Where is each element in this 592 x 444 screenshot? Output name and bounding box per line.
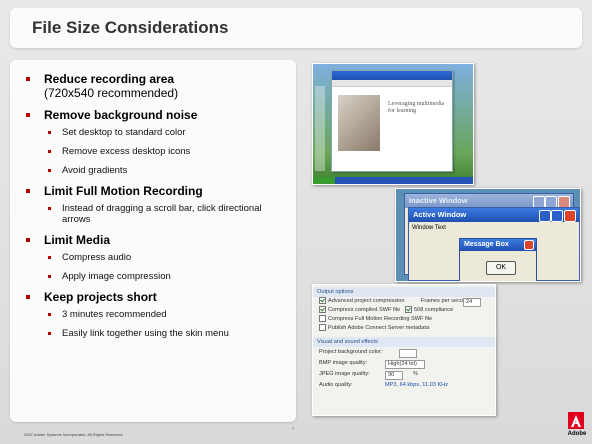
output-options-header: Output options — [313, 287, 495, 297]
close-icon — [524, 240, 534, 250]
sub-bullet: Compress audio — [44, 252, 290, 263]
option-row: Compress Full Motion Recording SWF file — [313, 315, 495, 324]
minimize-icon — [539, 210, 551, 222]
desktop-screenshot: Leveraging multimedia for learning — [312, 63, 474, 185]
sub-bullet: 3 minutes recommended — [44, 309, 290, 320]
inactive-window-title: Inactive Window — [409, 196, 468, 205]
option-row: Publish Adobe Connect Server metadata — [313, 324, 495, 333]
title-banner: File Size Considerations — [10, 8, 582, 48]
bullet-label: Limit Media — [44, 233, 111, 247]
option-label: Project background color: — [319, 349, 383, 355]
bullet-label: Reduce recording area — [44, 72, 175, 86]
jpeg-unit: % — [413, 371, 418, 377]
audio-quality-value: MP3, 64 kbps, 11.03 KHz — [385, 382, 449, 388]
publish-options-screenshot: Output options Advanced project compress… — [312, 284, 496, 416]
sub-list: 3 minutes recommended Easily link togeth… — [44, 309, 290, 339]
start-button — [313, 177, 335, 184]
option-row: Project background color: — [313, 347, 495, 358]
desktop-icon-column — [315, 86, 325, 171]
option-row: Compress compiled SWF file 508 complianc… — [313, 306, 495, 315]
adobe-logo-icon — [568, 412, 584, 429]
sub-list: Instead of dragging a scroll bar, click … — [44, 203, 290, 225]
document-toolbar — [332, 80, 452, 87]
option-row: Audio quality: MP3, 64 kbps, 11.03 KHz — [313, 380, 495, 391]
option-label: Audio quality: — [319, 382, 353, 388]
option-label: Compress Full Motion Recording SWF file — [328, 316, 433, 322]
option-label: Publish Adobe Connect Server metadata — [328, 325, 430, 331]
sub-list: Compress audio Apply image compression — [44, 252, 290, 282]
jpeg-quality-field: 90 — [385, 371, 403, 380]
window-text: Window Text — [412, 225, 446, 231]
bullet-limit-media: Limit Media Compress audio Apply image c… — [20, 233, 290, 282]
sub-bullet: Instead of dragging a scroll bar, click … — [44, 203, 290, 225]
maximize-icon — [551, 210, 563, 222]
bullet-keep-projects-short: Keep projects short 3 minutes recommende… — [20, 290, 290, 339]
close-icon — [564, 210, 576, 222]
adobe-logo: Adobe — [566, 412, 588, 440]
bullet-label: Limit Full Motion Recording — [44, 184, 203, 198]
content-panel: Reduce recording area (720x540 recommend… — [10, 60, 296, 422]
checkbox-icon — [319, 297, 326, 305]
active-window-titlebar: Active Window — [409, 208, 579, 222]
color-swatch — [399, 349, 417, 358]
checkbox-icon — [319, 324, 326, 332]
active-window-title: Active Window — [413, 210, 467, 219]
option-label: Advanced project compression — [328, 298, 405, 304]
document-title-bar — [332, 71, 452, 80]
slide: File Size Considerations Reduce recordin… — [0, 0, 592, 444]
windows-screenshot: Inactive Window Active Window Window Tex… — [395, 188, 581, 282]
page-number: 7 — [292, 426, 295, 431]
visual-effects-header: Visual and sound effects — [313, 337, 495, 347]
sub-list: Set desktop to standard color Remove exc… — [44, 127, 290, 176]
sub-bullet: Set desktop to standard color — [44, 127, 290, 138]
slide-title: File Size Considerations — [32, 18, 229, 37]
bullet-label: Remove background noise — [44, 108, 198, 122]
copyright-notice: 2007 Adobe Systems Incorporated. All Rig… — [24, 432, 124, 437]
option-label: 508 compliance — [414, 307, 454, 313]
message-box: Message Box OK — [459, 238, 537, 281]
checkbox-icon — [405, 306, 412, 314]
document-window: Leveraging multimedia for learning — [331, 70, 453, 172]
checkbox-icon — [319, 306, 326, 314]
sub-bullet: Avoid gradients — [44, 165, 290, 176]
bullet-reduce-recording-area: Reduce recording area (720x540 recommend… — [20, 72, 290, 100]
taskbar — [313, 177, 473, 184]
active-window: Active Window Window Text Message Box OK — [408, 207, 580, 281]
document-heading: Leveraging multimedia for learning — [388, 101, 445, 114]
bullet-list: Reduce recording area (720x540 recommend… — [20, 72, 290, 347]
option-row: BMP image quality: High(24 bit) — [313, 358, 495, 369]
ok-button: OK — [486, 261, 516, 275]
option-label: BMP image quality: — [319, 360, 368, 366]
option-row: JPEG image quality: 90 % — [313, 369, 495, 380]
document-image — [338, 95, 380, 151]
sub-bullet: Apply image compression — [44, 271, 290, 282]
message-box-title: Message Box — [464, 241, 509, 248]
bullet-label: Keep projects short — [44, 290, 157, 304]
bullet-remove-background-noise: Remove background noise Set desktop to s… — [20, 108, 290, 176]
bullet-sublabel: (720x540 recommended) — [44, 86, 179, 100]
bullet-limit-full-motion-recording: Limit Full Motion Recording Instead of d… — [20, 184, 290, 225]
sub-bullet: Remove excess desktop icons — [44, 146, 290, 157]
option-row: Advanced project compression Frames per … — [313, 297, 495, 307]
option-label: JPEG image quality: — [319, 371, 370, 377]
message-box-titlebar: Message Box — [460, 239, 536, 251]
bmp-quality-field: High(24 bit) — [385, 360, 425, 369]
inactive-window-titlebar: Inactive Window — [405, 194, 573, 208]
option-label: Compress compiled SWF file — [328, 307, 401, 313]
sub-bullet: Easily link together using the skin menu — [44, 328, 290, 339]
logo-text: Adobe — [567, 431, 587, 437]
checkbox-icon — [319, 315, 326, 323]
